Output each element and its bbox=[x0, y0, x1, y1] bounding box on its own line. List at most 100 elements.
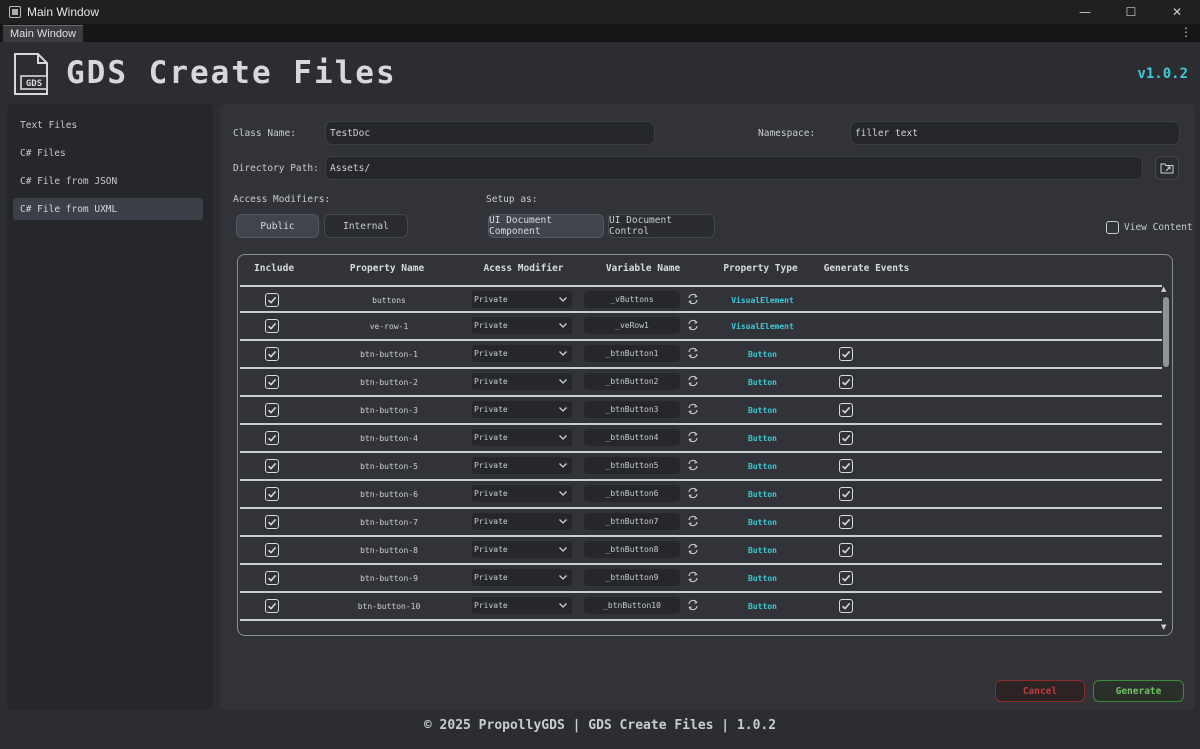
access-internal-button[interactable]: Internal bbox=[324, 214, 408, 238]
scroll-up-icon[interactable]: ▲ bbox=[1161, 285, 1166, 293]
generate-events-checkbox[interactable] bbox=[839, 571, 853, 585]
close-button[interactable]: ✕ bbox=[1154, 0, 1200, 24]
access-modifier-dropdown[interactable]: Private bbox=[472, 401, 572, 418]
variable-name-input[interactable]: _btnButton10 bbox=[584, 597, 680, 614]
property-type: VisualElement bbox=[731, 295, 794, 305]
check-icon bbox=[267, 602, 277, 610]
access-modifier-dropdown[interactable]: Private bbox=[472, 597, 572, 614]
access-modifier-dropdown[interactable]: Private bbox=[472, 541, 572, 558]
access-modifier-dropdown[interactable]: Private bbox=[472, 569, 572, 586]
refresh-icon[interactable] bbox=[686, 318, 700, 332]
generate-events-checkbox[interactable] bbox=[839, 487, 853, 501]
maximize-button[interactable]: ☐ bbox=[1108, 0, 1154, 24]
minimize-button[interactable]: — bbox=[1062, 0, 1108, 24]
variable-name-input[interactable]: _vButtons bbox=[584, 291, 680, 308]
refresh-icon[interactable] bbox=[686, 374, 700, 388]
variable-name-input[interactable]: _btnButton4 bbox=[584, 429, 680, 446]
directory-path-label: Directory Path: bbox=[233, 163, 319, 174]
refresh-icon[interactable] bbox=[686, 598, 700, 612]
access-modifier-dropdown[interactable]: Private bbox=[472, 513, 572, 530]
include-checkbox[interactable] bbox=[265, 293, 279, 307]
variable-name-input[interactable]: _btnButton3 bbox=[584, 401, 680, 418]
scrollbar-thumb[interactable] bbox=[1163, 297, 1169, 367]
table-row: btn-button-8 Private _btnButton8 Button bbox=[240, 537, 1162, 565]
access-modifier-dropdown[interactable]: Private bbox=[472, 345, 572, 362]
access-modifier-value: Private bbox=[474, 295, 508, 304]
tab-main-window[interactable]: Main Window bbox=[3, 25, 84, 42]
check-icon bbox=[841, 462, 851, 470]
variable-name-input[interactable]: _btnButton2 bbox=[584, 373, 680, 390]
generate-button[interactable]: Generate bbox=[1093, 680, 1184, 702]
refresh-icon[interactable] bbox=[686, 430, 700, 444]
include-checkbox[interactable] bbox=[265, 543, 279, 557]
table-row: btn-button-3 Private _btnButton3 Button bbox=[240, 397, 1162, 425]
view-content-toggle[interactable]: View Content bbox=[1106, 221, 1193, 234]
generate-events-checkbox[interactable] bbox=[839, 599, 853, 613]
variable-name-input[interactable]: _btnButton7 bbox=[584, 513, 680, 530]
refresh-icon[interactable] bbox=[686, 570, 700, 584]
column-header-property-type: Property Type bbox=[723, 263, 798, 274]
directory-path-input[interactable]: Assets/ bbox=[325, 156, 1143, 180]
access-modifier-dropdown[interactable]: Private bbox=[472, 317, 572, 334]
sidebar-item-cs-files[interactable]: C# Files bbox=[13, 142, 203, 164]
refresh-icon[interactable] bbox=[686, 542, 700, 556]
class-name-input[interactable]: TestDoc bbox=[325, 121, 655, 145]
access-modifier-dropdown[interactable]: Private bbox=[472, 485, 572, 502]
namespace-input[interactable]: filler text bbox=[850, 121, 1180, 145]
file-logo-icon: GDS bbox=[14, 53, 48, 95]
setup-ui-document-component-button[interactable]: UI Document Component bbox=[488, 214, 604, 238]
check-icon bbox=[267, 490, 277, 498]
variable-name-input[interactable]: _btnButton6 bbox=[584, 485, 680, 502]
access-modifier-dropdown[interactable]: Private bbox=[472, 291, 572, 308]
include-checkbox[interactable] bbox=[265, 459, 279, 473]
include-checkbox[interactable] bbox=[265, 487, 279, 501]
window-title: Main Window bbox=[27, 5, 100, 19]
include-checkbox[interactable] bbox=[265, 319, 279, 333]
generate-events-checkbox[interactable] bbox=[839, 459, 853, 473]
chevron-down-icon bbox=[559, 491, 567, 496]
property-type: Button bbox=[748, 433, 777, 443]
include-checkbox[interactable] bbox=[265, 403, 279, 417]
generate-events-checkbox[interactable] bbox=[839, 403, 853, 417]
sidebar-item-cs-from-json[interactable]: C# File from JSON bbox=[13, 170, 203, 192]
generate-events-cell bbox=[832, 453, 860, 479]
refresh-icon[interactable] bbox=[686, 346, 700, 360]
scroll-down-icon[interactable]: ▼ bbox=[1161, 623, 1166, 631]
generate-events-checkbox[interactable] bbox=[839, 543, 853, 557]
generate-events-checkbox[interactable] bbox=[839, 431, 853, 445]
view-content-checkbox[interactable] bbox=[1106, 221, 1119, 234]
refresh-icon[interactable] bbox=[686, 486, 700, 500]
include-checkbox[interactable] bbox=[265, 347, 279, 361]
include-checkbox[interactable] bbox=[265, 375, 279, 389]
access-public-button[interactable]: Public bbox=[236, 214, 319, 238]
refresh-icon[interactable] bbox=[686, 402, 700, 416]
refresh-icon[interactable] bbox=[686, 458, 700, 472]
variable-name-input[interactable]: _veRow1 bbox=[584, 317, 680, 334]
more-menu-icon[interactable]: ⋮ bbox=[1180, 25, 1192, 39]
table-row: btn-button-10 Private _btnButton10 Butto… bbox=[240, 593, 1162, 621]
access-modifier-dropdown[interactable]: Private bbox=[472, 429, 572, 446]
include-checkbox[interactable] bbox=[265, 599, 279, 613]
access-modifier-value: Private bbox=[474, 573, 508, 582]
setup-ui-document-control-button[interactable]: UI Document Control bbox=[608, 214, 715, 238]
variable-name-input[interactable]: _btnButton9 bbox=[584, 569, 680, 586]
include-checkbox[interactable] bbox=[265, 515, 279, 529]
generate-events-checkbox[interactable] bbox=[839, 375, 853, 389]
access-modifier-dropdown[interactable]: Private bbox=[472, 457, 572, 474]
include-checkbox[interactable] bbox=[265, 571, 279, 585]
generate-events-checkbox[interactable] bbox=[839, 515, 853, 529]
sidebar-item-cs-from-uxml[interactable]: C# File from UXML bbox=[13, 198, 203, 220]
cancel-button[interactable]: Cancel bbox=[995, 680, 1085, 702]
browse-folder-button[interactable] bbox=[1155, 156, 1179, 180]
variable-name-input[interactable]: _btnButton1 bbox=[584, 345, 680, 362]
generate-events-checkbox[interactable] bbox=[839, 347, 853, 361]
variable-name-input[interactable]: _btnButton8 bbox=[584, 541, 680, 558]
sidebar-item-text-files[interactable]: Text Files bbox=[13, 114, 203, 136]
setup-as-label: Setup as: bbox=[486, 194, 538, 205]
include-checkbox[interactable] bbox=[265, 431, 279, 445]
refresh-icon[interactable] bbox=[686, 292, 700, 306]
table-scrollbar[interactable]: ▲ ▼ bbox=[1160, 285, 1170, 631]
variable-name-input[interactable]: _btnButton5 bbox=[584, 457, 680, 474]
refresh-icon[interactable] bbox=[686, 514, 700, 528]
access-modifier-dropdown[interactable]: Private bbox=[472, 373, 572, 390]
